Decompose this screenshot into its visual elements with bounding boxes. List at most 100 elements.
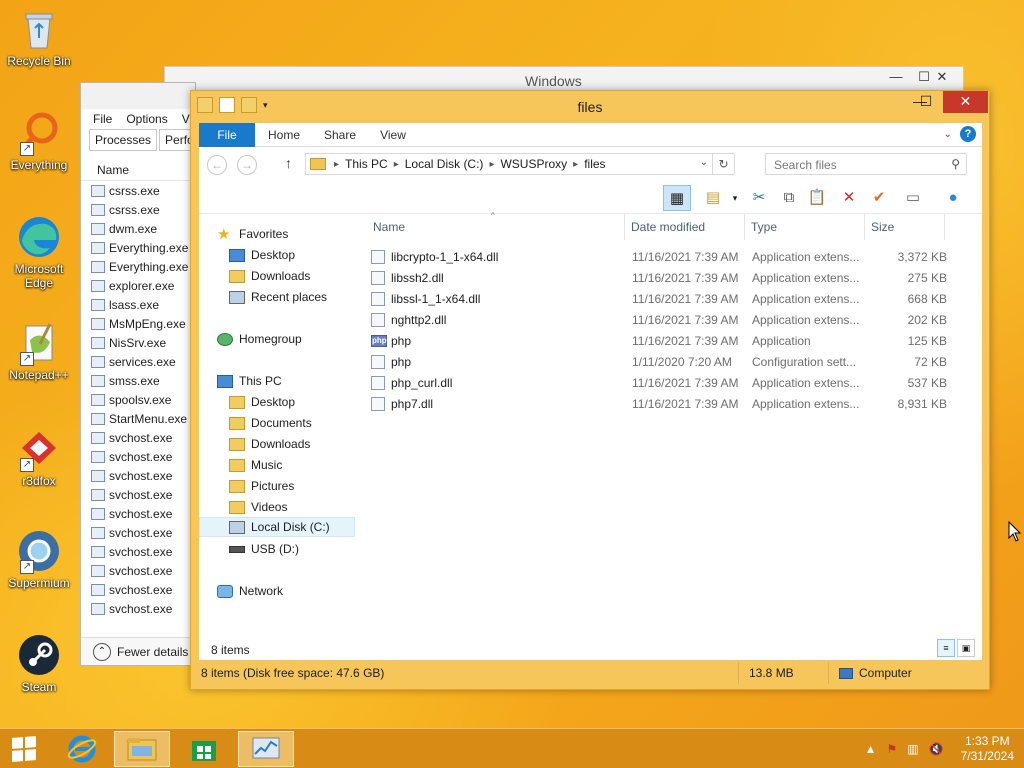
nav-local-disk[interactable]: Local Disk (C:) <box>199 517 355 537</box>
column-header-size[interactable]: Size <box>865 214 945 240</box>
file-row[interactable]: nghttp2.dll 11/16/2021 7:39 AM Application… <box>367 309 947 330</box>
refresh-icon[interactable]: ↻ <box>712 154 734 174</box>
address-history-dropdown-icon[interactable]: ⌄ <box>700 157 708 168</box>
minimize-button[interactable]: — <box>881 69 911 87</box>
column-header-name[interactable]: Name <box>367 214 625 240</box>
paste-icon[interactable]: 📋 <box>803 185 831 211</box>
process-row[interactable]: services.exe <box>81 352 195 371</box>
tab-view[interactable]: View <box>371 123 415 147</box>
nav-favorites-downloads[interactable]: Downloads <box>229 266 310 286</box>
tab-file[interactable]: File <box>199 123 255 147</box>
globe-icon[interactable]: ● <box>939 185 967 211</box>
clock[interactable]: 1:33 PM 7/31/2024 <box>961 734 1014 764</box>
explorer-window[interactable]: ▾ files — ☐ ✕ File Home Share View ⌄ ? ←… <box>190 90 990 690</box>
nav-homegroup[interactable]: Homegroup <box>217 329 302 349</box>
desktop-icon-notepad-plus-plus[interactable]: ↗ Notepad++ <box>4 320 74 382</box>
desktop-icon-steam[interactable]: Steam <box>4 632 74 694</box>
column-header-date[interactable]: Date modified <box>625 214 745 240</box>
maximize-button[interactable]: ☐ <box>913 91 939 113</box>
tab-share[interactable]: Share <box>315 123 365 147</box>
task-manager-window[interactable]: File Options Vi Processes Perfor Name cs… <box>80 82 204 666</box>
nav-network[interactable]: Network <box>217 581 283 601</box>
process-row[interactable]: dwm.exe <box>81 219 195 238</box>
process-row[interactable]: svchost.exe <box>81 542 195 561</box>
expand-ribbon-icon[interactable]: ⌄ <box>944 129 952 140</box>
checkmark-icon[interactable]: ✔ <box>865 185 893 211</box>
nav-this-pc[interactable]: This PC <box>217 371 282 391</box>
file-row[interactable]: libssl-1_1-x64.dll 11/16/2021 7:39 AM Appl… <box>367 288 947 309</box>
taskbar-file-explorer[interactable] <box>114 731 170 767</box>
taskbar-internet-explorer[interactable] <box>54 731 110 767</box>
process-row[interactable]: csrss.exe <box>81 200 195 219</box>
address-bar[interactable]: ▸ This PC ▸ Local Disk (C:) ▸ WSUSProxy … <box>305 153 735 175</box>
fewer-details-button[interactable]: ⌃ Fewer details <box>81 637 195 665</box>
process-row[interactable]: svchost.exe <box>81 561 195 580</box>
process-row[interactable]: svchost.exe <box>81 466 195 485</box>
nav-videos[interactable]: Videos <box>229 497 287 517</box>
process-row[interactable]: svchost.exe <box>81 599 195 618</box>
process-row[interactable]: svchost.exe <box>81 504 195 523</box>
start-button[interactable] <box>0 731 48 767</box>
large-icons-view-icon[interactable]: ▣ <box>957 639 975 657</box>
chevron-right-icon[interactable]: ▸ <box>394 159 399 170</box>
taskbar-task-manager[interactable] <box>238 731 294 767</box>
action-center-flag-icon[interactable]: ⚑ <box>887 742 898 756</box>
process-row[interactable]: svchost.exe <box>81 447 195 466</box>
nav-music[interactable]: Music <box>229 455 282 475</box>
show-hidden-icons-icon[interactable]: ▲ <box>865 742 877 756</box>
search-input[interactable]: Search files ⚲ <box>765 153 967 175</box>
delete-icon[interactable]: ✕ <box>835 185 863 211</box>
network-status-icon[interactable]: ▥ <box>907 742 918 756</box>
task-manager-titlebar[interactable] <box>81 83 195 109</box>
copy-icon[interactable]: ⧉ <box>775 185 803 211</box>
file-row[interactable]: php_curl.dll 11/16/2021 7:39 AM Applicatio… <box>367 372 947 393</box>
volume-muted-icon[interactable]: 🔇 <box>929 742 944 756</box>
taskbar-store[interactable] <box>176 731 232 767</box>
up-button[interactable]: ↑ <box>285 155 292 171</box>
nav-favorites[interactable]: ★ Favorites <box>217 224 288 244</box>
help-icon[interactable]: ? <box>960 126 976 142</box>
nav-recent-places[interactable]: Recent places <box>229 287 327 307</box>
close-button[interactable]: ✕ <box>927 69 957 87</box>
explorer-titlebar[interactable]: ▾ files — ☐ ✕ <box>191 91 989 122</box>
rename-icon[interactable]: ▭ <box>899 185 927 211</box>
process-row[interactable]: svchost.exe <box>81 523 195 542</box>
nav-usb[interactable]: USB (D:) <box>229 539 299 559</box>
forward-button[interactable]: → <box>237 155 257 175</box>
process-row[interactable]: explorer.exe <box>81 276 195 295</box>
chevron-right-icon[interactable]: ▸ <box>489 159 494 170</box>
desktop-icon-edge[interactable]: Microsoft Edge <box>4 214 74 290</box>
file-row[interactable]: php7.dll 11/16/2021 7:39 AM Application ex… <box>367 393 947 414</box>
breadcrumb-this-pc[interactable]: This PC <box>345 157 388 171</box>
process-row[interactable]: svchost.exe <box>81 428 195 447</box>
process-row[interactable]: MsMpEng.exe <box>81 314 195 333</box>
chevron-right-icon[interactable]: ▸ <box>573 159 578 170</box>
breadcrumb-local-disk[interactable]: Local Disk (C:) <box>405 157 484 171</box>
desktop-icon-r3dfox[interactable]: ↗ r3dfox <box>4 426 74 488</box>
preview-pane-icon[interactable]: ▦ <box>663 185 691 211</box>
process-row[interactable]: csrss.exe <box>81 181 195 200</box>
desktop-icon-recycle-bin[interactable]: Recycle Bin <box>4 6 74 68</box>
close-button[interactable]: ✕ <box>943 91 988 113</box>
file-row[interactable]: php php 11/16/2021 7:39 AM Application 125 K… <box>367 330 947 351</box>
details-view-icon[interactable]: ≡ <box>937 639 955 657</box>
menu-file[interactable]: File <box>93 112 112 126</box>
nav-favorites-desktop[interactable]: Desktop <box>229 245 295 265</box>
process-row[interactable]: lsass.exe <box>81 295 195 314</box>
tab-processes[interactable]: Processes <box>89 129 158 151</box>
nav-pictures[interactable]: Pictures <box>229 476 294 496</box>
process-row[interactable]: spoolsv.exe <box>81 390 195 409</box>
process-row[interactable]: StartMenu.exe <box>81 409 195 428</box>
menu-options[interactable]: Options <box>126 112 167 126</box>
chevron-right-icon[interactable]: ▸ <box>334 159 339 170</box>
process-row[interactable]: svchost.exe <box>81 580 195 599</box>
file-row[interactable]: libcrypto-1_1-x64.dll 11/16/2021 7:39 AM A… <box>367 246 947 267</box>
process-row[interactable]: Everything.exe <box>81 257 195 276</box>
desktop-icon-supermium[interactable]: ↗ Supermium <box>4 528 74 590</box>
column-header-name[interactable]: Name <box>81 157 195 181</box>
nav-documents[interactable]: Documents <box>229 413 312 433</box>
process-row[interactable]: smss.exe <box>81 371 195 390</box>
process-row[interactable]: svchost.exe <box>81 485 195 504</box>
process-row[interactable]: Everything.exe <box>81 238 195 257</box>
breadcrumb-wsusproxy[interactable]: WSUSProxy <box>500 157 567 171</box>
